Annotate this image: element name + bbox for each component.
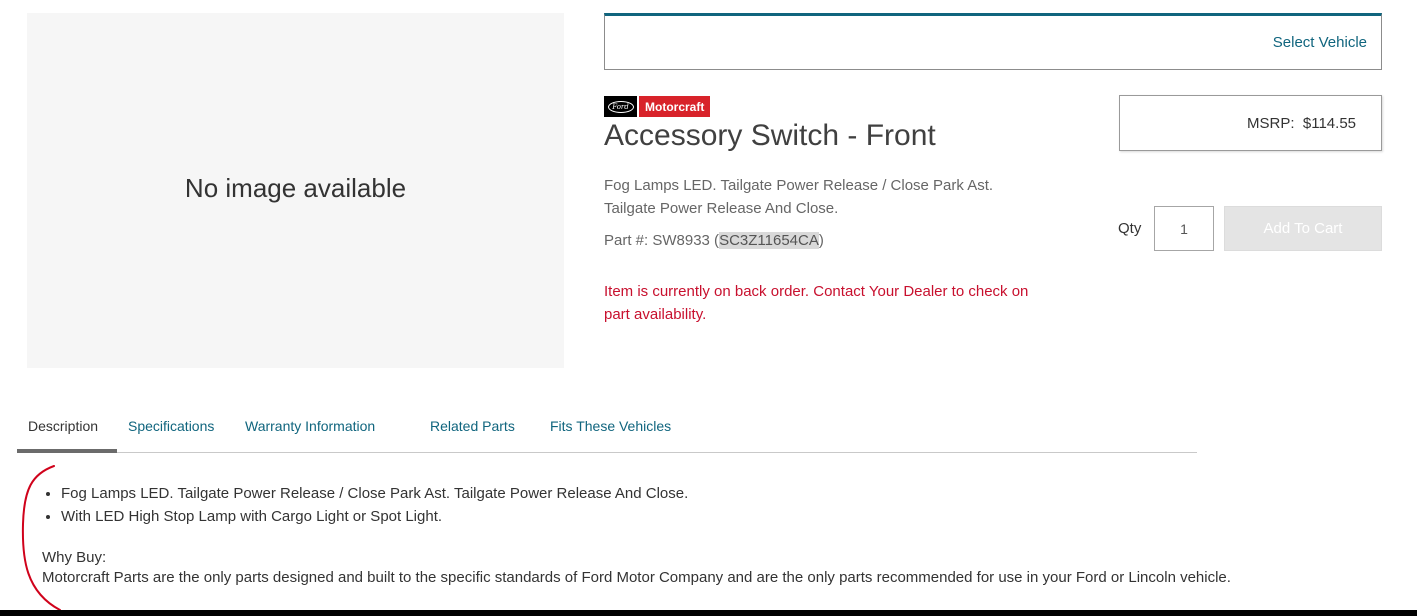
select-vehicle-link[interactable]: Select Vehicle [1273, 34, 1367, 51]
description-line: Tailgate Power Release And Close. [604, 200, 839, 217]
why-buy-section: Why Buy: Motorcraft Parts are the only p… [42, 548, 1231, 588]
part-number-highlighted: SC3Z11654CA [719, 232, 819, 249]
description-line: Fog Lamps LED. Tailgate Power Release / … [604, 177, 994, 194]
msrp-value: $114.55 [1302, 114, 1356, 132]
tab-fits-these-vehicles[interactable]: Fits These Vehicles [550, 418, 671, 434]
no-image-text: No image available [184, 173, 407, 203]
why-buy-heading: Why Buy: [42, 549, 107, 566]
select-vehicle-bar: Select Vehicle [604, 13, 1382, 70]
tab-specifications[interactable]: Specifications [128, 418, 214, 434]
active-tab-indicator [17, 449, 117, 453]
part-prefix: Part #: SW8933 ( [604, 232, 720, 249]
backorder-message: Item is currently on back order. Contact… [604, 283, 1029, 323]
tab-warranty-information[interactable]: Warranty Information [245, 418, 375, 434]
qty-input[interactable] [1154, 206, 1214, 251]
msrp-box: MSRP: $114.55 [1119, 95, 1382, 151]
list-item: With LED High Stop Lamp with Cargo Light… [61, 505, 688, 528]
product-tabs: Description Specifications Warranty Info… [17, 410, 1197, 453]
ford-logo: Ford [604, 96, 637, 117]
motorcraft-logo: Motorcraft [639, 96, 711, 117]
product-image-placeholder: No image available [27, 13, 564, 368]
why-buy-text: Motorcraft Parts are the only parts desi… [42, 569, 1231, 586]
msrp-label: MSRP: [1247, 114, 1295, 132]
part-number: Part #: SW8933 (SC3Z11654CA) [604, 229, 824, 252]
description-bullets: Fog Lamps LED. Tailgate Power Release / … [42, 482, 688, 528]
tab-related-parts[interactable]: Related Parts [430, 418, 515, 434]
brand-logos: Ford Motorcraft [604, 96, 711, 117]
add-to-cart-button[interactable]: Add To Cart [1224, 206, 1382, 251]
qty-label: Qty [1118, 220, 1142, 237]
part-suffix: ) [818, 232, 824, 249]
product-short-description: Fog Lamps LED. Tailgate Power Release / … [604, 174, 1034, 220]
ford-oval-icon: Ford [607, 100, 634, 113]
annotation-bracket-icon [21, 465, 61, 611]
product-title: Accessory Switch - Front [604, 119, 936, 152]
list-item: Fog Lamps LED. Tailgate Power Release / … [61, 482, 688, 505]
bottom-bar [0, 610, 1417, 616]
description-content: Fog Lamps LED. Tailgate Power Release / … [42, 482, 688, 528]
tab-description[interactable]: Description [28, 418, 98, 434]
